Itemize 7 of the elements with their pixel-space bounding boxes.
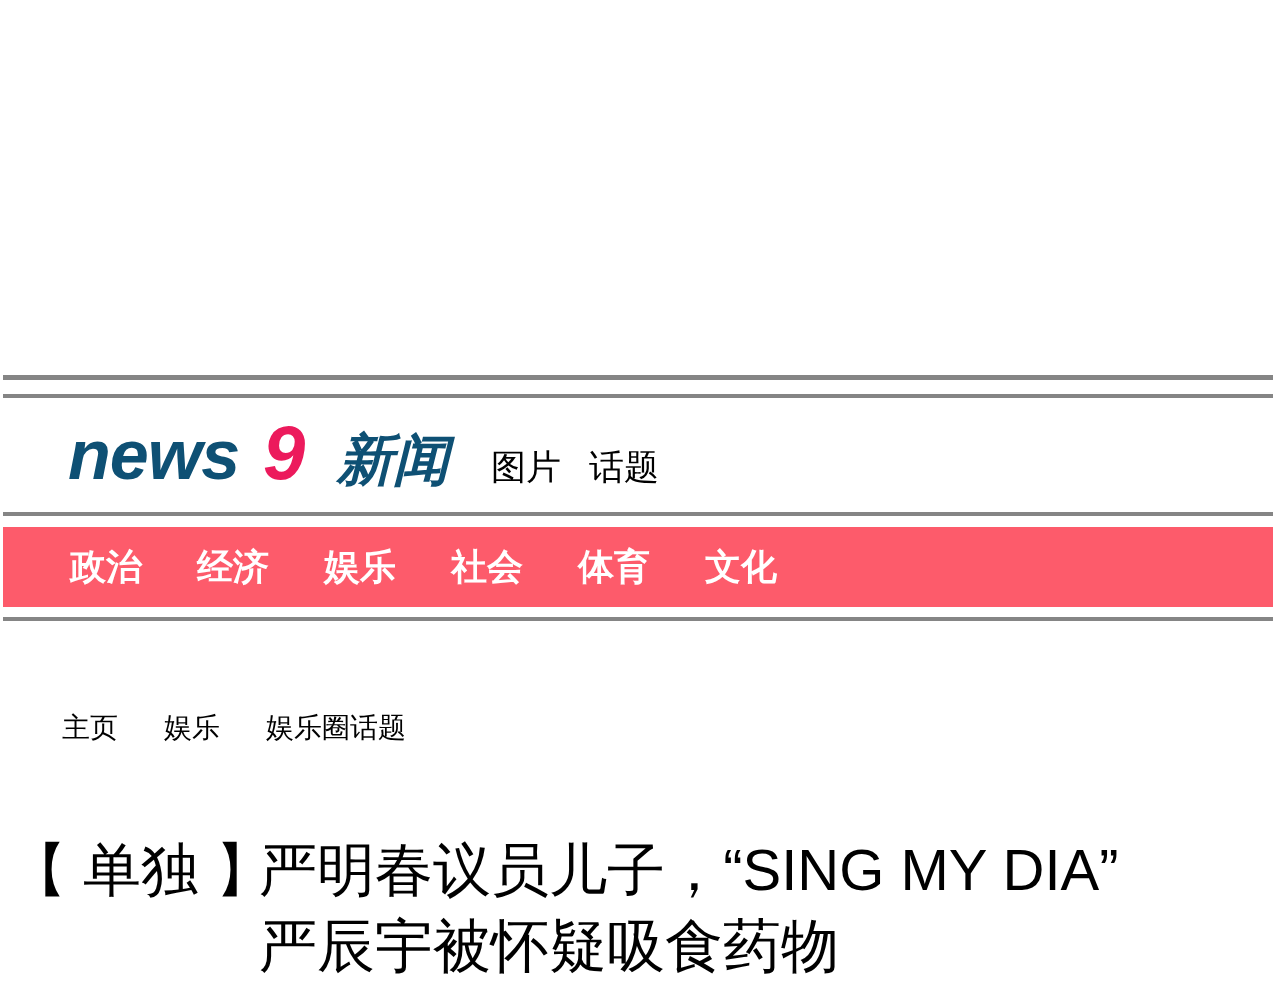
breadcrumb-link[interactable]: 娱乐圈话题: [266, 708, 406, 748]
breadcrumb-link[interactable]: 主页: [62, 708, 118, 748]
nav-link[interactable]: 图片: [491, 450, 562, 485]
nav-link[interactable]: 话题: [589, 450, 660, 485]
breadcrumb-link[interactable]: 娱乐: [164, 708, 220, 748]
site-logo[interactable]: news 9 新闻: [62, 405, 462, 500]
headline: 【 单独 】严明春议员儿子，“SING MY DIA” 严辰宇被怀疑吸食药物: [9, 836, 1119, 980]
